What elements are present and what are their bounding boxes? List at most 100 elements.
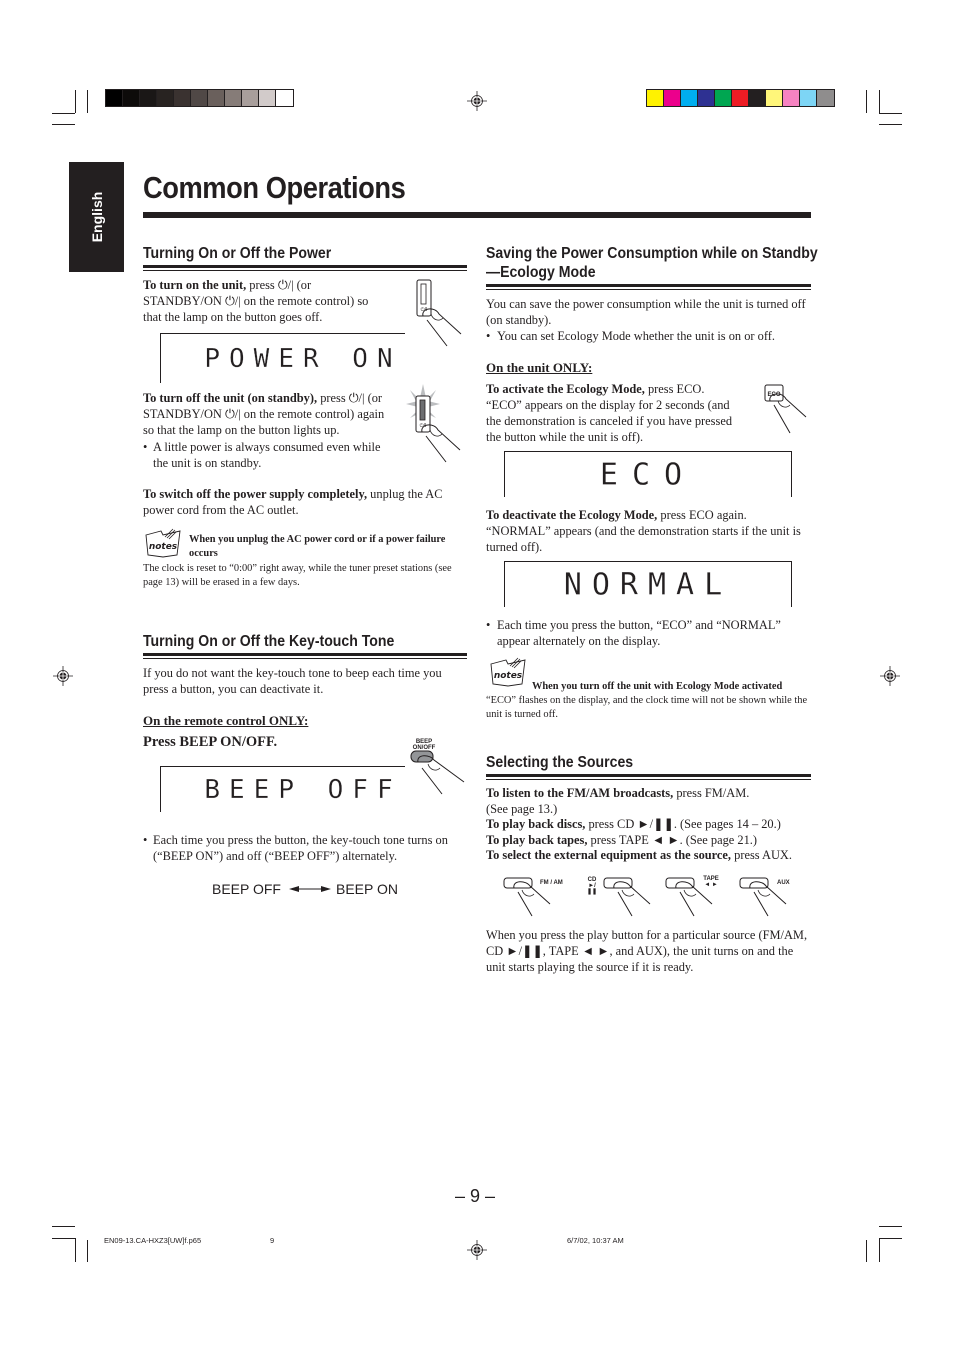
note-body: “ECO” flashes on the display, and the cl…: [486, 695, 808, 720]
eco-button-press-icon: ECO: [764, 384, 807, 434]
footer-timestamp: 6/7/02, 10:37 AM: [567, 1236, 624, 1245]
eco-bullet: • You can set Ecology Mode whether the un…: [486, 329, 775, 343]
eco-bullet-2: • Each time you press the button, “ECO” a…: [486, 618, 781, 648]
section-title: Turning On or Off the Key-touch Tone: [143, 633, 395, 650]
color-swatch: [732, 90, 749, 106]
power-button-press-icon: ⏻/I: [416, 279, 462, 347]
turn-on-label: To turn on the unit,: [143, 278, 247, 292]
lcd-display-text: POWER ON: [204, 343, 402, 374]
cd-label: CD ►/❚❚: [586, 877, 598, 895]
turn-off-label: To turn off the unit (on standby),: [143, 391, 318, 405]
svg-text:ECO: ECO: [767, 392, 780, 398]
lcd-display: POWER ON: [160, 333, 405, 383]
eco-intro: You can save the power consumption while…: [486, 297, 806, 327]
section-rule: [486, 289, 811, 290]
language-tab-label: English: [88, 191, 105, 243]
switch-off-instruction: To switch off the power supply completel…: [143, 486, 467, 518]
source-line: (See page 13.): [486, 801, 558, 816]
color-swatch: [749, 90, 766, 106]
process-color-bar: [646, 89, 835, 107]
lcd-display: BEEP OFF: [160, 766, 405, 812]
section-rule: [143, 270, 467, 271]
svg-text:notes: notes: [149, 542, 178, 552]
beep-off-label: BEEP OFF: [212, 881, 281, 897]
color-swatch: [766, 90, 783, 106]
beep-subhead: On the remote control ONLY:: [143, 713, 309, 728]
color-swatch: [157, 90, 174, 106]
color-swatch: [800, 90, 817, 106]
color-swatch: [174, 90, 191, 106]
note-body: The clock is reset to “0:00” right away,…: [143, 563, 452, 588]
fm-am-label: FM / AM: [540, 880, 563, 886]
section-title: Selecting the Sources: [486, 754, 634, 771]
color-swatch: [140, 90, 157, 106]
eco-subhead: On the unit ONLY:: [486, 360, 593, 375]
source-line: To listen to the FM/AM broadcasts, press…: [486, 786, 750, 800]
lcd-display: ECO: [504, 451, 792, 497]
turn-off-instruction: To turn off the unit (on standby), press…: [143, 390, 398, 438]
beep-instruction: Press BEEP ON/OFF.: [143, 734, 278, 750]
aux-label: AUX: [777, 880, 790, 886]
section-rule: [143, 653, 467, 656]
language-tab: English: [69, 162, 124, 272]
registration-mark-icon: [880, 666, 900, 686]
standby-bullet: • A little power is always consumed even …: [143, 440, 381, 470]
color-swatch: [783, 90, 800, 106]
lcd-display-text: BEEP OFF: [204, 774, 402, 805]
notes-icon: notes: [145, 528, 181, 558]
color-swatch: [106, 90, 123, 106]
grayscale-color-bar: [105, 89, 294, 107]
beep-button-press-icon: [410, 750, 465, 795]
svg-text:notes: notes: [494, 671, 523, 681]
color-swatch: [664, 90, 681, 106]
registration-mark-icon: [467, 91, 487, 111]
color-swatch: [191, 90, 208, 106]
notes-icon: notes: [490, 657, 526, 687]
beep-on-label: BEEP ON: [336, 881, 398, 897]
color-swatch: [817, 90, 834, 106]
tape-label: TAPE ◄ ►: [703, 876, 719, 888]
color-swatch: [698, 90, 715, 106]
section-title: Turning On or Off the Power: [143, 245, 332, 262]
sources-instructions: To listen to the FM/AM broadcasts, press…: [486, 786, 816, 864]
color-swatch: [259, 90, 276, 106]
color-swatch: [208, 90, 225, 106]
page-number: – 9 –: [455, 1186, 496, 1206]
section-rule: [486, 774, 811, 777]
source-line: To play back discs, press CD ►/❚❚. (See …: [486, 817, 781, 832]
beep-bullet: • Each time you press the button, the key…: [143, 833, 448, 863]
lcd-display: NORMAL: [504, 561, 792, 607]
turn-on-instruction: To turn on the unit, press ⏻/| (or STAND…: [143, 277, 388, 325]
title-rule: [143, 212, 811, 218]
lcd-display-text: NORMAL: [563, 567, 733, 602]
registration-mark-icon: [467, 1240, 487, 1260]
registration-mark-icon: [53, 666, 73, 686]
footer-filename: EN09-13.CA-HXZ3[UW]f.p65: [104, 1236, 202, 1245]
color-swatch: [123, 90, 140, 106]
sources-closing: When you press the play button for a par…: [486, 928, 808, 974]
cd-button-icon: [603, 877, 651, 917]
section-title: Saving the Power Consumption while on St…: [486, 245, 818, 262]
section-rule: [486, 284, 811, 287]
section-title-line2: —Ecology Mode: [486, 264, 596, 281]
color-swatch: [242, 90, 259, 106]
source-line: To select the external equipment as the …: [486, 848, 792, 863]
eco-deactivate-instruction: To deactivate the Ecology Mode, press EC…: [486, 508, 801, 554]
power-button-lit-icon: ⏻/I: [406, 384, 461, 463]
eco-activate-instruction: To activate the Ecology Mode, press ECO.…: [486, 382, 733, 444]
page-title: Common Operations: [143, 170, 406, 205]
color-swatch: [681, 90, 698, 106]
color-swatch: [276, 90, 293, 106]
lcd-display-text: ECO: [599, 457, 697, 492]
beep-intro: If you do not want the key-touch tone to…: [143, 666, 442, 696]
color-swatch: [647, 90, 664, 106]
double-arrow-icon: [289, 886, 331, 892]
note-title: When you unplug the AC power cord or if …: [189, 534, 446, 559]
footer-page: 9: [270, 1236, 275, 1245]
section-rule: [486, 779, 811, 780]
switch-off-label: To switch off the power supply completel…: [143, 487, 368, 501]
section-rule: [143, 658, 467, 659]
source-line: To play back tapes, press TAPE ◄ ►. (See…: [486, 832, 758, 847]
section-rule: [143, 265, 467, 268]
color-swatch: [225, 90, 242, 106]
